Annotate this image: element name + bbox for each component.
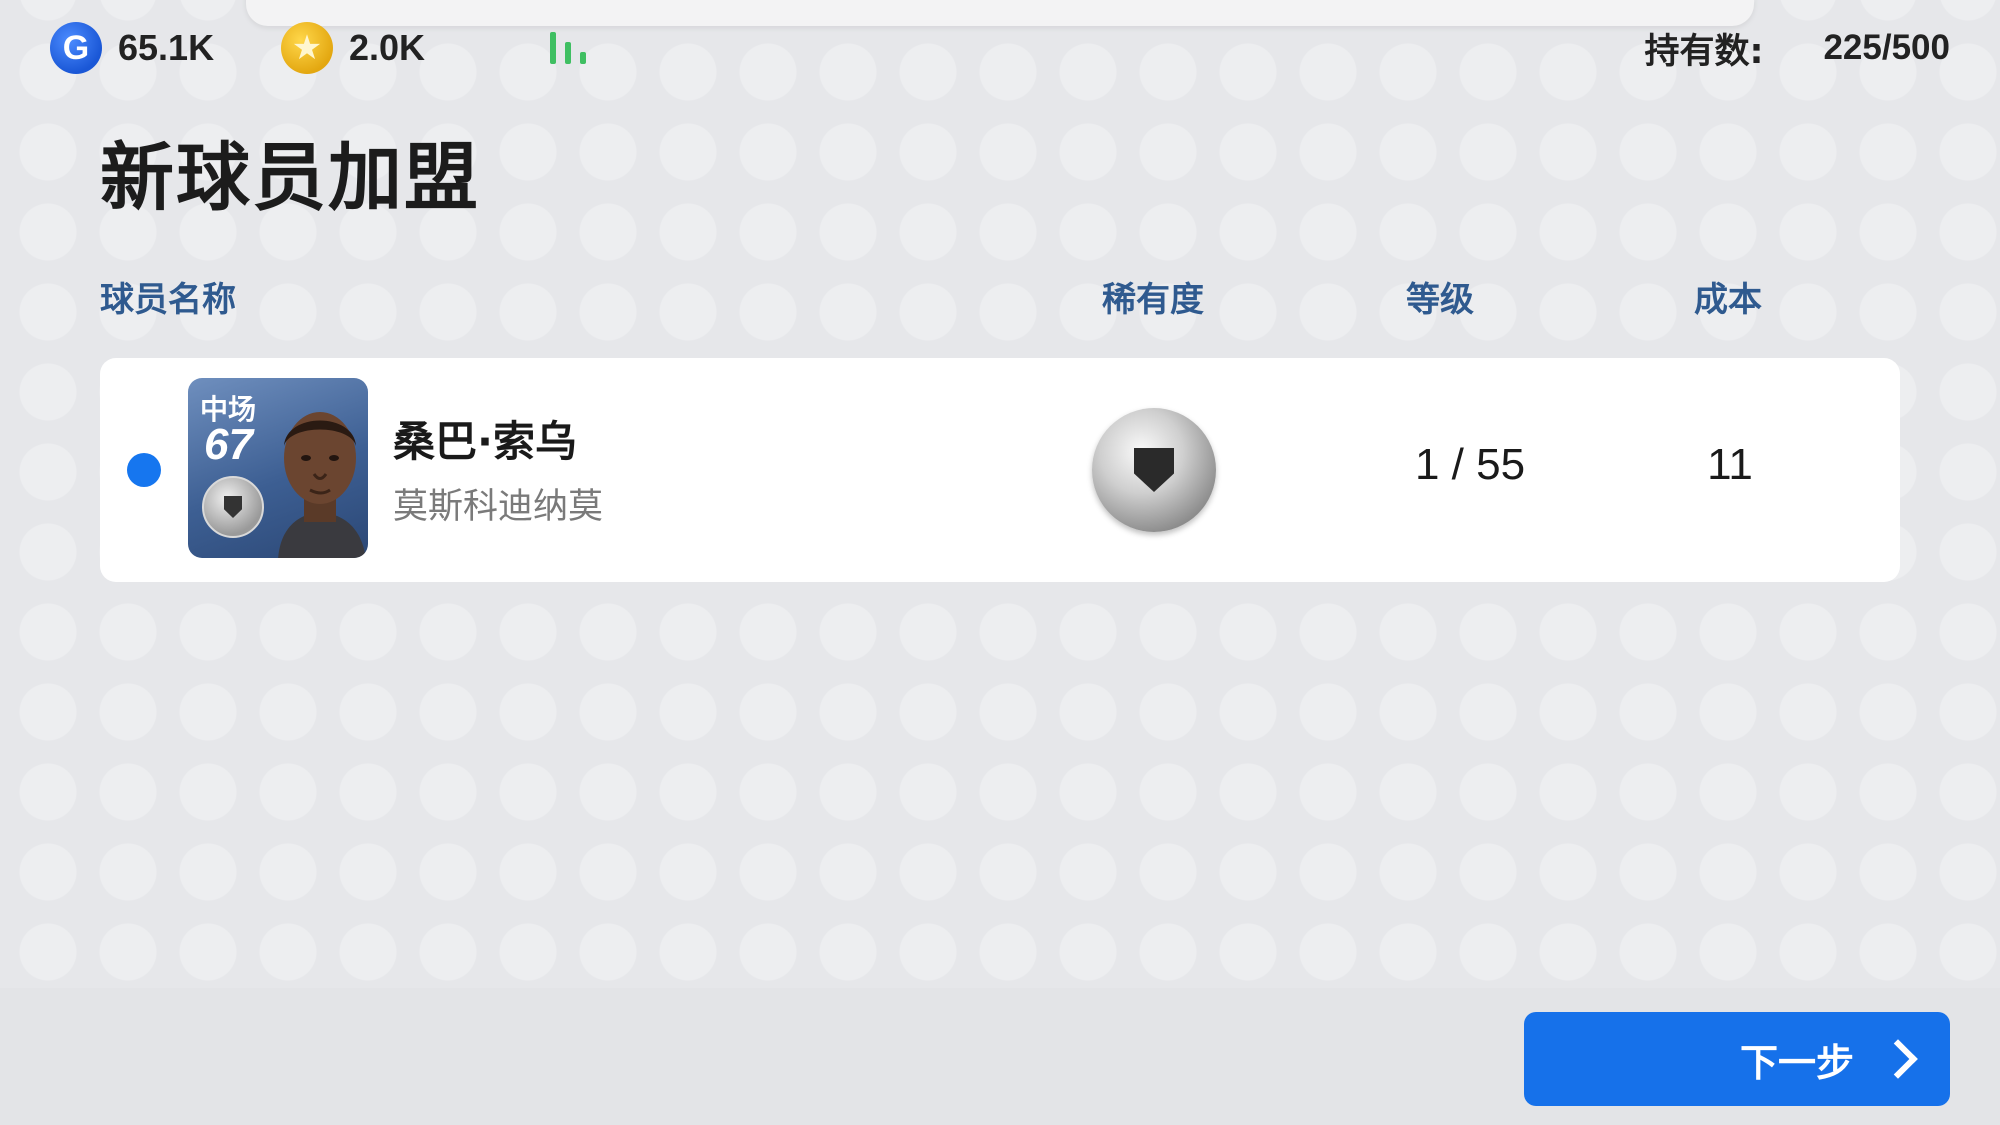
next-button-label: 下一步 [1739, 1042, 1854, 1085]
card-rating: 67 [204, 420, 253, 469]
chevron-right-icon [1878, 1039, 1918, 1079]
holdings-label: 持有数: [1644, 31, 1764, 72]
coin-balance: ★ 2.0K [281, 22, 425, 74]
coin-value: 2.0K [349, 27, 426, 68]
gp-value: 65.1K [118, 27, 215, 68]
player-portrait [278, 412, 366, 558]
selection-indicator[interactable] [127, 453, 161, 487]
player-cost: 11 [1707, 440, 1753, 489]
silver-ball-icon [1092, 408, 1216, 532]
player-name: 桑巴·索乌 [393, 417, 577, 466]
player-club: 莫斯科迪纳莫 [393, 487, 604, 527]
column-header-level: 等级 [1406, 280, 1474, 320]
gp-coin-icon: G [50, 22, 102, 74]
column-header-rarity: 稀有度 [1102, 280, 1204, 320]
column-header-name: 球员名称 [100, 280, 236, 320]
gp-balance: G 65.1K [50, 22, 214, 74]
page-title: 新球员加盟 [100, 135, 480, 221]
player-card[interactable]: 中场 67 [188, 378, 368, 558]
star-coin-icon: ★ [281, 22, 333, 74]
top-notch-panel [246, 0, 1754, 26]
player-level: 1 / 55 [1414, 440, 1526, 489]
column-header-cost: 成本 [1694, 280, 1762, 320]
holdings-count: 持有数: 225/500 [1644, 20, 1950, 76]
player-row[interactable]: 中场 67 桑巴·索乌 莫斯科迪纳莫 1 / 55 11 [100, 358, 1900, 582]
next-button[interactable]: 下一步 [1524, 1012, 1950, 1106]
card-rarity-badge-icon [202, 476, 264, 538]
signal-strength-icon [550, 28, 592, 64]
holdings-value: 225/500 [1823, 28, 1950, 67]
